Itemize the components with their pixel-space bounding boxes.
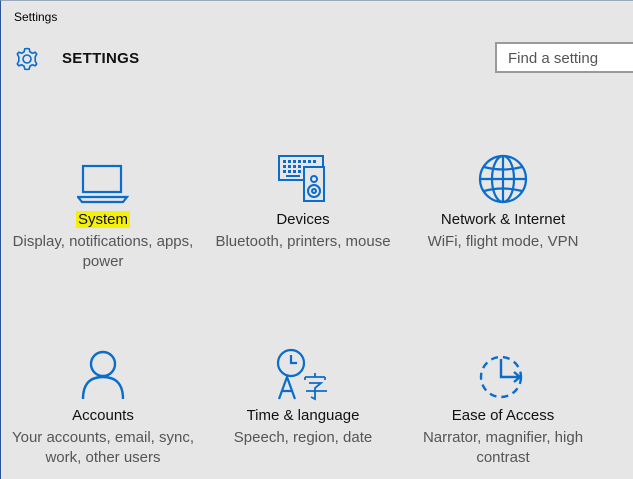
tile-description: WiFi, flight mode, VPN <box>427 233 579 250</box>
laptop-icon <box>77 164 129 204</box>
tile-description: Narrator, magnifier, high contrast <box>422 429 584 466</box>
search-input[interactable] <box>506 44 633 72</box>
person-icon <box>81 350 125 400</box>
settings-window: Settings SETTINGS System Display, notifi… <box>0 0 633 479</box>
tile-title: Network & Internet <box>440 211 566 228</box>
tile-ease-of-access[interactable]: Ease of Access Narrator, magnifier, high… <box>403 345 603 468</box>
tile-title: Ease of Access <box>451 407 555 424</box>
search-box[interactable] <box>495 42 633 73</box>
ease-of-access-icon <box>479 355 523 399</box>
tile-title: Devices <box>276 211 330 228</box>
gear-icon <box>16 47 38 71</box>
globe-icon <box>478 154 528 204</box>
tile-time-language[interactable]: Time & language Speech, region, date <box>203 345 403 448</box>
tile-description: Display, notifications, apps, power <box>12 233 194 270</box>
tile-description: Your accounts, email, sync, work, other … <box>11 429 195 466</box>
title-bar[interactable]: Settings <box>1 1 633 33</box>
tile-title: Time & language <box>246 407 360 424</box>
tile-devices[interactable]: Devices Bluetooth, printers, mouse <box>203 149 403 252</box>
tile-title: System <box>75 211 130 228</box>
time-language-icon <box>276 348 327 401</box>
tile-description: Speech, region, date <box>233 429 373 446</box>
window-title: Settings <box>14 10 58 24</box>
tile-title: Accounts <box>72 407 134 424</box>
devices-icon <box>278 155 325 202</box>
tile-description: Bluetooth, printers, mouse <box>215 233 391 250</box>
tile-accounts[interactable]: Accounts Your accounts, email, sync, wor… <box>3 345 203 468</box>
tile-network-internet[interactable]: Network & Internet WiFi, flight mode, VP… <box>403 149 603 252</box>
tile-system[interactable]: System Display, notifications, apps, pow… <box>3 149 203 272</box>
page-title: SETTINGS <box>62 50 140 67</box>
